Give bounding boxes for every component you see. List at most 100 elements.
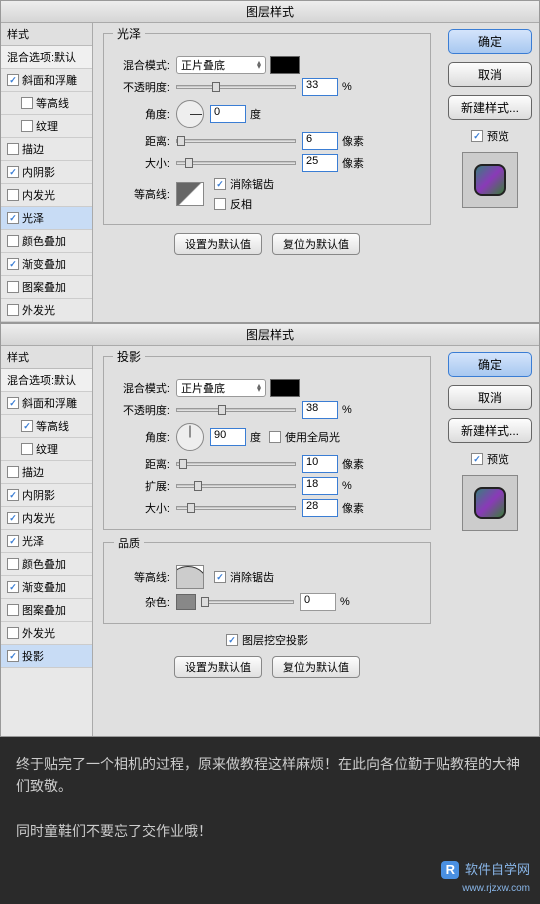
- noise-slider[interactable]: [204, 600, 294, 604]
- sidebar-item[interactable]: 纹理: [1, 438, 92, 461]
- size-slider[interactable]: [176, 161, 296, 165]
- style-checkbox[interactable]: [7, 581, 19, 593]
- distance-slider[interactable]: [176, 462, 296, 466]
- make-default-button[interactable]: 设置为默认值: [174, 656, 262, 678]
- sidebar-item[interactable]: 内发光: [1, 184, 92, 207]
- sidebar-item[interactable]: 等高线: [1, 415, 92, 438]
- blend-mode-select[interactable]: 正片叠底▴▾: [176, 379, 266, 397]
- angle-dial[interactable]: [176, 423, 204, 451]
- style-checkbox[interactable]: [7, 466, 19, 478]
- style-checkbox[interactable]: [21, 443, 33, 455]
- preview-checkbox[interactable]: [471, 453, 483, 465]
- style-label: 内阴影: [22, 487, 55, 503]
- global-light-checkbox[interactable]: [269, 431, 281, 443]
- style-checkbox[interactable]: [7, 489, 19, 501]
- sidebar-item[interactable]: 斜面和浮雕: [1, 69, 92, 92]
- spread-slider[interactable]: [176, 484, 296, 488]
- style-checkbox[interactable]: [7, 535, 19, 547]
- sidebar-item[interactable]: 图案叠加: [1, 599, 92, 622]
- style-label: 外发光: [22, 625, 55, 641]
- preview-checkbox[interactable]: [471, 130, 483, 142]
- antialias-checkbox[interactable]: [214, 178, 226, 190]
- blend-options[interactable]: 混合选项:默认: [1, 46, 92, 69]
- sidebar-item[interactable]: 颜色叠加: [1, 553, 92, 576]
- style-checkbox[interactable]: [7, 166, 19, 178]
- opacity-input[interactable]: 38: [302, 401, 338, 419]
- sidebar-item[interactable]: 内发光: [1, 507, 92, 530]
- size-input[interactable]: 28: [302, 499, 338, 517]
- style-checkbox[interactable]: [7, 627, 19, 639]
- sidebar-item[interactable]: 渐变叠加: [1, 253, 92, 276]
- style-checkbox[interactable]: [7, 397, 19, 409]
- knockout-checkbox[interactable]: [226, 634, 238, 646]
- opacity-input[interactable]: 33: [302, 78, 338, 96]
- style-checkbox[interactable]: [7, 304, 19, 316]
- style-checkbox[interactable]: [7, 281, 19, 293]
- blend-options[interactable]: 混合选项:默认: [1, 369, 92, 392]
- sidebar-item[interactable]: 描边: [1, 461, 92, 484]
- angle-label: 角度:: [114, 106, 170, 122]
- sidebar-item[interactable]: 外发光: [1, 622, 92, 645]
- cancel-button[interactable]: 取消: [448, 62, 532, 87]
- size-slider[interactable]: [176, 506, 296, 510]
- style-checkbox[interactable]: [21, 120, 33, 132]
- make-default-button[interactable]: 设置为默认值: [174, 233, 262, 255]
- contour-picker[interactable]: [176, 182, 204, 206]
- antialias-checkbox[interactable]: [214, 571, 226, 583]
- style-label: 内阴影: [22, 164, 55, 180]
- distance-slider[interactable]: [176, 139, 296, 143]
- sidebar-item[interactable]: 描边: [1, 138, 92, 161]
- contour-label: 等高线:: [114, 569, 170, 585]
- contour-picker[interactable]: [176, 565, 204, 589]
- sidebar-item[interactable]: 外发光: [1, 299, 92, 322]
- cancel-button[interactable]: 取消: [448, 385, 532, 410]
- style-checkbox[interactable]: [7, 74, 19, 86]
- blend-color-picker[interactable]: [270, 56, 300, 74]
- angle-input[interactable]: 90: [210, 428, 246, 446]
- reset-default-button[interactable]: 复位为默认值: [272, 656, 360, 678]
- style-checkbox[interactable]: [7, 143, 19, 155]
- style-checkbox[interactable]: [21, 97, 33, 109]
- style-label: 图案叠加: [22, 602, 66, 618]
- sidebar-item[interactable]: 投影: [1, 645, 92, 668]
- style-checkbox[interactable]: [7, 650, 19, 662]
- style-checkbox[interactable]: [7, 212, 19, 224]
- sidebar-item[interactable]: 纹理: [1, 115, 92, 138]
- blend-color-picker[interactable]: [270, 379, 300, 397]
- sidebar-header: 样式: [1, 23, 92, 46]
- ok-button[interactable]: 确定: [448, 352, 532, 377]
- style-checkbox[interactable]: [7, 512, 19, 524]
- distance-input[interactable]: 6: [302, 132, 338, 150]
- angle-input[interactable]: 0: [210, 105, 246, 123]
- style-label: 描边: [22, 141, 44, 157]
- sidebar-item[interactable]: 颜色叠加: [1, 230, 92, 253]
- spread-input[interactable]: 18: [302, 477, 338, 495]
- style-label: 内发光: [22, 510, 55, 526]
- reset-default-button[interactable]: 复位为默认值: [272, 233, 360, 255]
- style-checkbox[interactable]: [21, 420, 33, 432]
- sidebar-item[interactable]: 斜面和浮雕: [1, 392, 92, 415]
- sidebar-item[interactable]: 光泽: [1, 207, 92, 230]
- sidebar-item[interactable]: 内阴影: [1, 484, 92, 507]
- style-checkbox[interactable]: [7, 604, 19, 616]
- distance-input[interactable]: 10: [302, 455, 338, 473]
- angle-dial[interactable]: [176, 100, 204, 128]
- style-checkbox[interactable]: [7, 258, 19, 270]
- sidebar-item[interactable]: 光泽: [1, 530, 92, 553]
- blend-mode-select[interactable]: 正片叠底▴▾: [176, 56, 266, 74]
- new-style-button[interactable]: 新建样式...: [448, 418, 532, 443]
- size-input[interactable]: 25: [302, 154, 338, 172]
- invert-checkbox[interactable]: [214, 198, 226, 210]
- sidebar-item[interactable]: 内阴影: [1, 161, 92, 184]
- style-checkbox[interactable]: [7, 558, 19, 570]
- ok-button[interactable]: 确定: [448, 29, 532, 54]
- noise-input[interactable]: 0: [300, 593, 336, 611]
- opacity-slider[interactable]: [176, 408, 296, 412]
- sidebar-item[interactable]: 等高线: [1, 92, 92, 115]
- new-style-button[interactable]: 新建样式...: [448, 95, 532, 120]
- style-checkbox[interactable]: [7, 235, 19, 247]
- sidebar-item[interactable]: 图案叠加: [1, 276, 92, 299]
- sidebar-item[interactable]: 渐变叠加: [1, 576, 92, 599]
- opacity-slider[interactable]: [176, 85, 296, 89]
- style-checkbox[interactable]: [7, 189, 19, 201]
